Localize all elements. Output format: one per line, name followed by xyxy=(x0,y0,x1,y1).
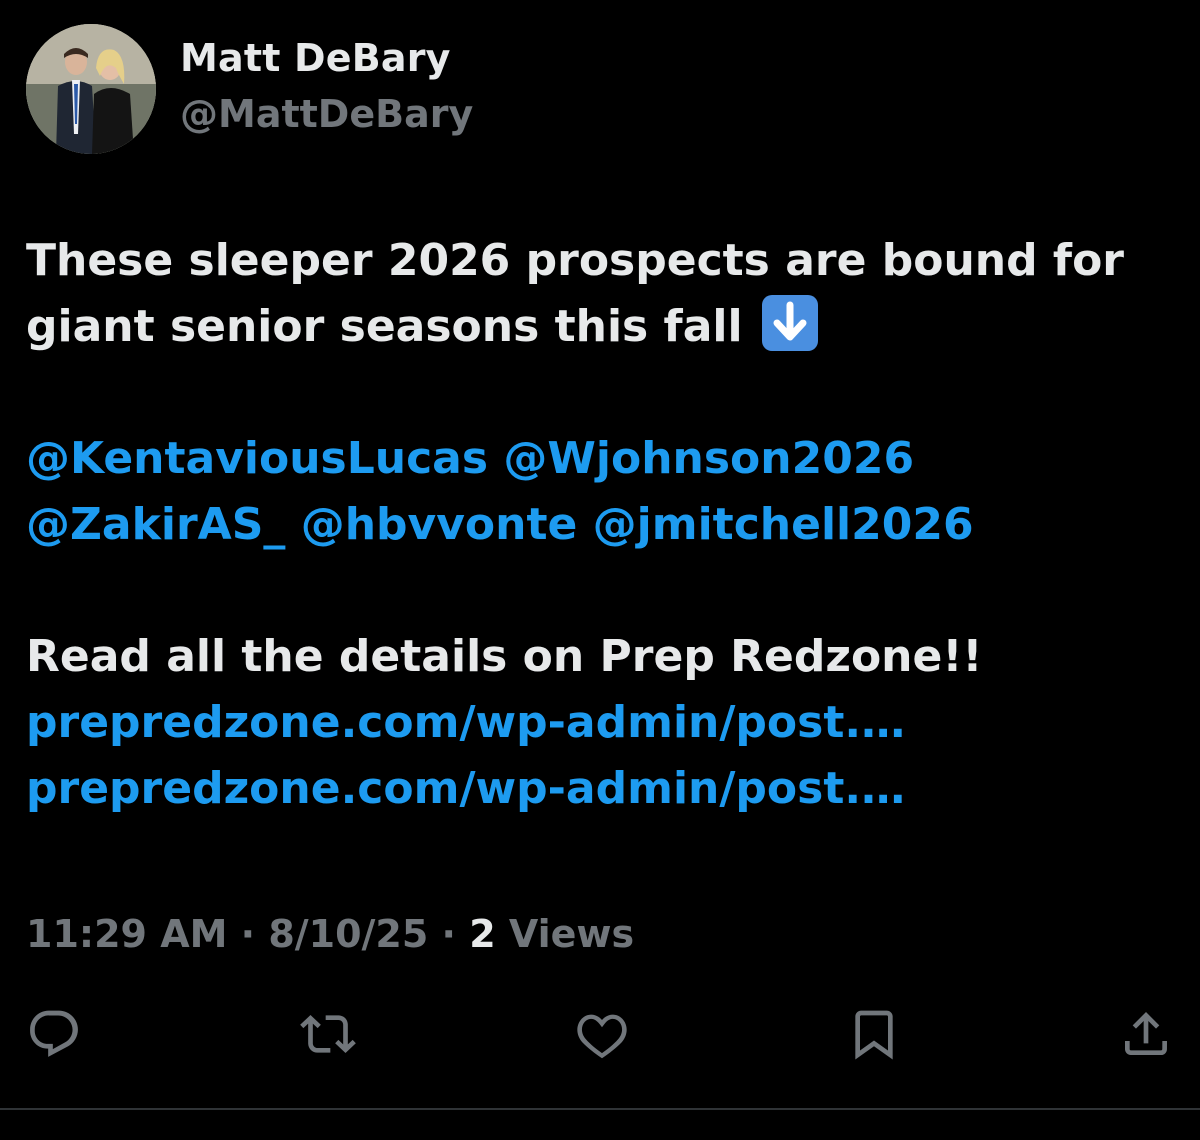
mention-link[interactable]: @jmitchell2026 xyxy=(593,499,974,550)
retweet-button[interactable] xyxy=(296,1002,360,1066)
views-count: 2 xyxy=(469,912,496,956)
tweet-time[interactable]: 11:29 AM xyxy=(26,912,227,956)
author-display-name[interactable]: Matt DeBary xyxy=(180,36,451,80)
tweet-meta: 11:29 AM · 8/10/25 · 2 Views xyxy=(26,912,634,956)
share-button[interactable] xyxy=(1114,1002,1178,1066)
tweet-text-line-2: giant senior seasons this fall xyxy=(26,294,1176,360)
mentions-line-2: @ZakirAS_ @hbvvonte @jmitchell2026 xyxy=(26,492,1176,558)
tweet-date[interactable]: 8/10/25 xyxy=(268,912,428,956)
views-label: Views xyxy=(508,912,635,956)
share-icon xyxy=(1125,1012,1167,1055)
like-icon xyxy=(577,1014,627,1059)
meta-separator: · xyxy=(441,912,456,956)
meta-separator: · xyxy=(240,912,256,956)
author-handle[interactable]: @MattDeBary xyxy=(180,92,473,136)
mention-link[interactable]: @hbvvonte xyxy=(301,499,578,550)
cta-text: Read all the details on Prep Redzone!! xyxy=(26,631,983,682)
tweet-text-line-1: These sleeper 2026 prospects are bound f… xyxy=(26,235,1125,286)
divider xyxy=(0,1108,1200,1110)
tweet-text: These sleeper 2026 prospects are bound f… xyxy=(26,228,1176,822)
mention-link[interactable]: @Wjohnson2026 xyxy=(503,433,914,484)
like-button[interactable] xyxy=(570,1002,634,1066)
tweet-card: Matt DeBary @MattDeBary These sleeper 20… xyxy=(0,0,1200,1140)
avatar[interactable] xyxy=(26,24,156,154)
bookmark-button[interactable] xyxy=(842,1002,906,1066)
tweet-text-line-2-text: giant senior seasons this fall xyxy=(26,301,743,352)
mention-link[interactable]: @ZakirAS_ xyxy=(26,499,285,550)
url-link[interactable]: prepredzone.com/wp-admin/post.… xyxy=(26,756,1176,822)
avatar-photo xyxy=(26,24,156,154)
down-arrow-emoji-icon xyxy=(761,295,818,351)
retweet-icon xyxy=(300,1015,356,1053)
mention-link[interactable]: @KentaviousLucas xyxy=(26,433,488,484)
mentions-line-1: @KentaviousLucas @Wjohnson2026 xyxy=(26,426,1176,492)
bookmark-icon xyxy=(855,1010,893,1060)
reply-button[interactable] xyxy=(22,1002,86,1066)
reply-icon xyxy=(30,1010,78,1057)
action-bar xyxy=(0,1002,1200,1066)
url-link[interactable]: prepredzone.com/wp-admin/post.… xyxy=(26,690,1176,756)
